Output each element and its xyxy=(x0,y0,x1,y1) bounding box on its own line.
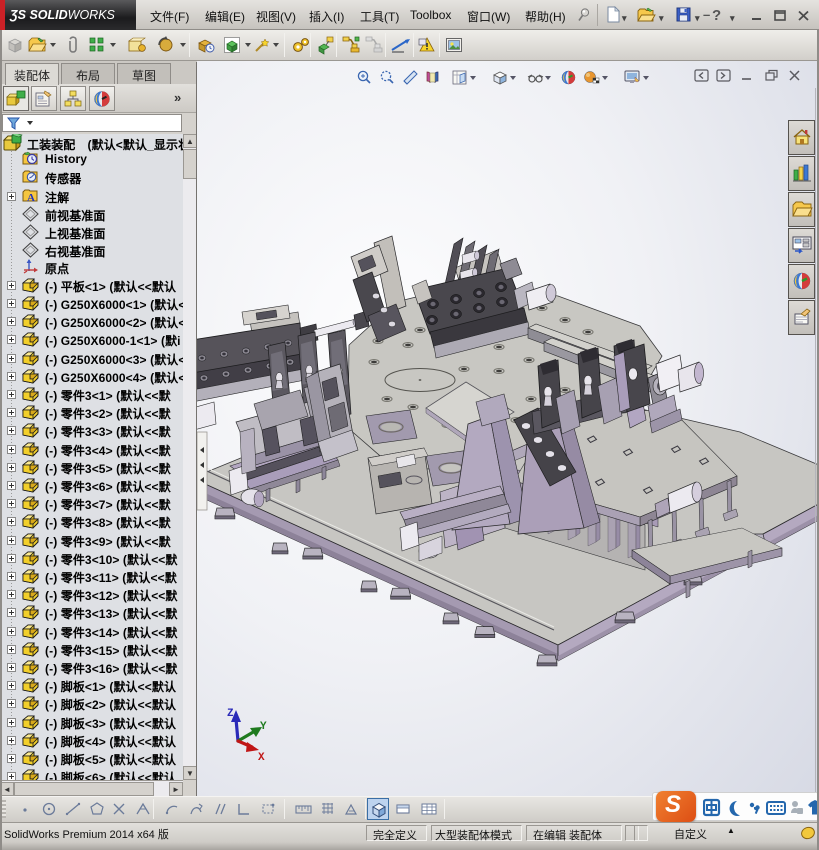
svg-text:X: X xyxy=(258,752,265,764)
svg-text:Y: Y xyxy=(260,721,267,733)
svg-text:Z: Z xyxy=(227,708,234,720)
svg-text:A: A xyxy=(27,192,35,203)
